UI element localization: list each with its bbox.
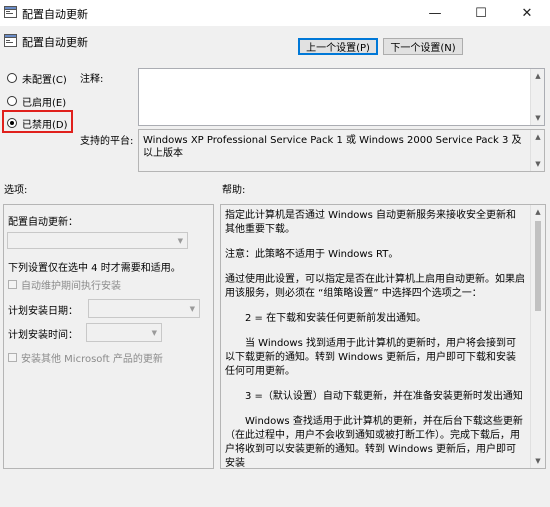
maximize-button[interactable]: ☐: [458, 0, 504, 26]
chevron-down-icon: ▼: [151, 328, 157, 337]
radio-enabled[interactable]: 已启用(E): [7, 93, 66, 109]
options-panel: 配置自动更新： ▼ 下列设置仅在选中 4 时才需要和适用。 自动维护期间执行安装…: [3, 204, 214, 469]
scroll-down-icon[interactable]: ▼: [531, 111, 545, 125]
radio-button[interactable]: [7, 96, 17, 106]
help-paragraph: 当 Windows 找到适用于此计算机的更新时，用户将会接到可以下载更新的通知。…: [225, 338, 516, 377]
help-panel: 指定此计算机是否通过 Windows 自动更新服务来接收安全更新和其他重要下载。…: [220, 204, 546, 469]
radio-not-configured[interactable]: 未配置(C): [7, 70, 67, 86]
highlight-box: [2, 110, 73, 133]
scroll-up-icon[interactable]: ▲: [531, 205, 545, 219]
options-label: 选项:: [4, 185, 28, 196]
comment-label: 注释:: [80, 74, 104, 85]
help-text: 指定此计算机是否通过 Windows 自动更新服务来接收安全更新和其他重要下载。…: [225, 209, 525, 469]
schedule-time-dropdown[interactable]: ▼: [86, 323, 162, 342]
install-note: 下列设置仅在选中 4 时才需要和适用。: [8, 263, 181, 274]
scroll-down-icon[interactable]: ▼: [531, 157, 545, 171]
chevron-down-icon: ▼: [177, 236, 183, 245]
policy-window-icon: [4, 6, 17, 18]
platform-text: Windows XP Professional Service Pack 1 或…: [138, 129, 545, 172]
maintenance-checkbox-row[interactable]: 自动维护期间执行安装: [8, 276, 121, 292]
help-paragraph: 注意：此策略不适用于 Windows RT。: [225, 249, 399, 260]
schedule-time-label: 计划安装时间：: [8, 330, 78, 341]
platform-scrollbar[interactable]: ▲ ▼: [530, 130, 544, 171]
platform-value: Windows XP Professional Service Pack 1 或…: [143, 135, 522, 159]
policy-icon: [4, 34, 17, 47]
scroll-down-icon[interactable]: ▼: [531, 454, 545, 468]
help-paragraph: Windows 查找适用于此计算机的更新，并在后台下载这些更新（在此过程中，用户…: [225, 416, 523, 469]
ms-products-checkbox[interactable]: [8, 352, 17, 362]
radio-label: 未配置(C): [22, 74, 67, 86]
configure-dropdown[interactable]: ▼: [7, 232, 188, 249]
help-paragraph: 2 = 在下载和安装任何更新前发出通知。: [245, 313, 427, 324]
ms-products-label: 安装其他 Microsoft 产品的更新: [21, 353, 163, 365]
configure-label: 配置自动更新：: [8, 217, 78, 228]
maximize-icon: ☐: [475, 5, 487, 21]
scroll-up-icon[interactable]: ▲: [531, 130, 545, 144]
minimize-button[interactable]: —: [412, 0, 458, 26]
policy-name: 配置自动更新: [22, 36, 88, 49]
next-setting-button[interactable]: 下一个设置(N): [383, 38, 463, 55]
schedule-day-label: 计划安装日期：: [8, 306, 78, 317]
close-button[interactable]: ✕: [504, 0, 550, 26]
previous-setting-button[interactable]: 上一个设置(P): [298, 38, 378, 55]
comment-textarea[interactable]: ▲ ▼: [138, 68, 545, 126]
maintenance-checkbox[interactable]: [8, 279, 17, 289]
help-paragraph: 3 =（默认设置）自动下载更新，并在准备安装更新时发出通知: [245, 391, 523, 402]
maintenance-label: 自动维护期间执行安装: [21, 280, 121, 292]
comment-scrollbar[interactable]: ▲ ▼: [530, 69, 544, 125]
close-icon: ✕: [521, 5, 533, 21]
help-scrollbar[interactable]: ▲ ▼: [530, 205, 545, 468]
minimize-icon: —: [428, 5, 442, 21]
window-title: 配置自动更新: [22, 8, 88, 21]
platform-label: 支持的平台:: [80, 136, 134, 147]
schedule-day-dropdown[interactable]: ▼: [88, 299, 200, 318]
radio-label: 已启用(E): [22, 97, 67, 109]
help-label: 帮助:: [222, 185, 246, 196]
help-paragraph: 通过使用此设置，可以指定是否在此计算机上启用自动更新。如果启用该服务，则必须在 …: [225, 274, 525, 299]
scroll-thumb[interactable]: [535, 221, 541, 311]
radio-button[interactable]: [7, 73, 17, 83]
help-paragraph: 指定此计算机是否通过 Windows 自动更新服务来接收安全更新和其他重要下载。: [225, 210, 516, 235]
chevron-down-icon: ▼: [189, 304, 195, 313]
ms-products-checkbox-row[interactable]: 安装其他 Microsoft 产品的更新: [8, 349, 163, 365]
scroll-up-icon[interactable]: ▲: [531, 69, 545, 83]
